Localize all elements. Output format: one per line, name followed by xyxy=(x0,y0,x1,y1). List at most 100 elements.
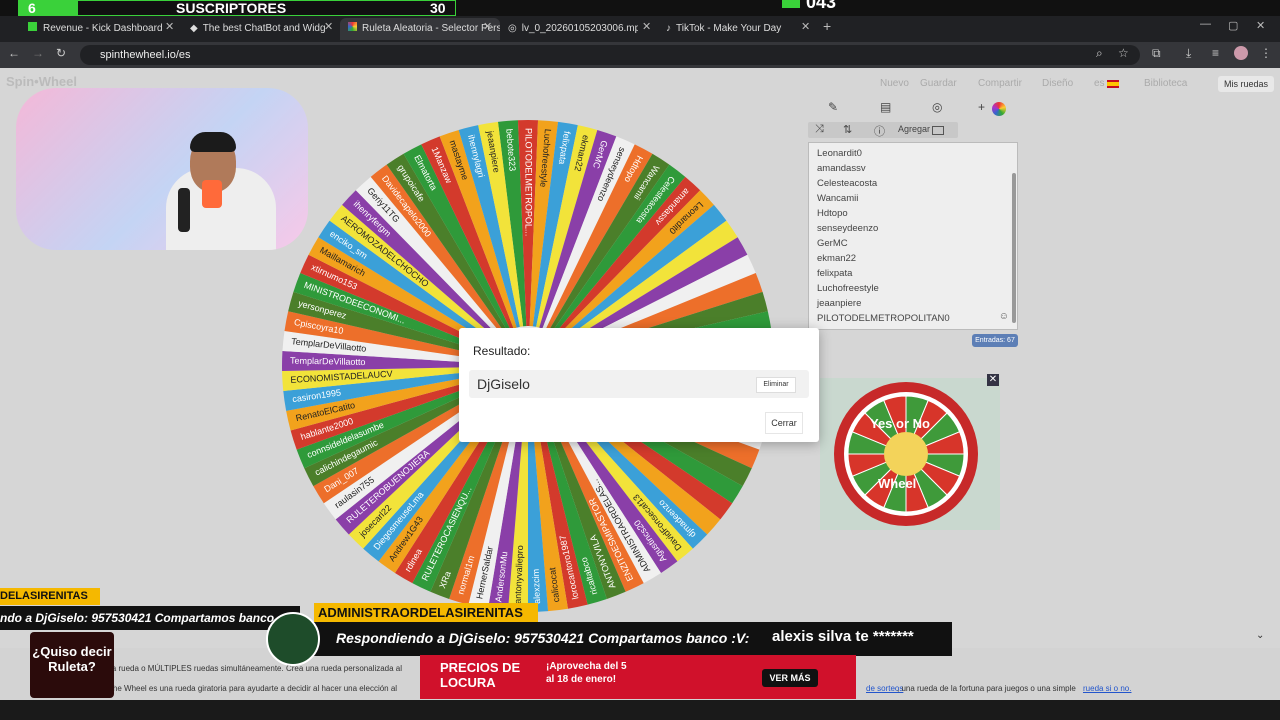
emoji-icon[interactable]: ☺ xyxy=(999,311,1009,322)
wheel-label: alexzcim xyxy=(531,569,542,604)
stream-tag-left: DELASIRENITAS xyxy=(0,588,100,605)
right-counter: 043 xyxy=(806,0,837,12)
ad-close-icon[interactable]: ✕ xyxy=(987,374,999,386)
my-wheels-button[interactable]: Mis ruedas xyxy=(1218,76,1274,92)
tab-title: lv_0_20260105203006.mp4 xyxy=(521,23,638,34)
tab-title: Ruleta Aleatoria - Selector Pers xyxy=(362,23,500,34)
entry-line: Hdtopo xyxy=(817,208,848,219)
entry-line: jeaanpiere xyxy=(817,298,862,309)
ad-subtitle: Wheel xyxy=(878,476,917,491)
sort-icon[interactable]: ⇅ xyxy=(843,123,852,136)
entry-line: Celesteacosta xyxy=(817,178,878,189)
tab-title: Revenue - Kick Dashboard xyxy=(43,23,163,34)
nav-save[interactable]: Guardar xyxy=(920,78,957,89)
drink-cup xyxy=(202,180,222,208)
close-icon[interactable]: ✕ xyxy=(801,20,810,33)
close-icon[interactable]: ✕ xyxy=(324,20,333,33)
stream-message-left: ndo a DjGiselo: 957530421 Compartamos ba… xyxy=(0,606,300,630)
wheel-label: PILOTODELMETROPOL... xyxy=(524,128,534,236)
wheel-favicon-icon xyxy=(348,22,357,31)
tab-title: TikTok - Make Your Day xyxy=(676,23,782,34)
nav-library[interactable]: Biblioteca xyxy=(1144,78,1187,89)
address-bar[interactable]: spinthewheel.io/es xyxy=(80,45,1140,65)
tab-4[interactable]: ◎ lv_0_20260105203006.mp4 xyxy=(508,18,638,40)
bottom-black-bar xyxy=(0,700,1280,720)
promo-text: ¡Aprovecha del 5 al 18 de enero! xyxy=(546,661,627,685)
nav-new[interactable]: Nuevo xyxy=(880,78,909,89)
color-wheel-icon[interactable] xyxy=(992,102,1006,116)
media-icon[interactable]: ≡ xyxy=(1212,46,1219,60)
entries-count-badge: Entradas: 67 xyxy=(972,334,1018,347)
entry-line: ekman22 xyxy=(817,253,857,264)
extensions-icon[interactable]: ⧉ xyxy=(1152,46,1161,61)
entry-line: senseydeenzo xyxy=(817,223,879,234)
entry-line: amandassv xyxy=(817,163,866,174)
ad-wheel-graphic xyxy=(834,382,978,526)
close-icon[interactable]: ✕ xyxy=(642,20,651,33)
yes-no-wheel-ad[interactable]: Yes or No Wheel xyxy=(820,378,1000,530)
tab-3-active[interactable]: Ruleta Aleatoria - Selector Pers xyxy=(340,18,500,40)
footer-text-2: n the Wheel es una rueda giratoria para … xyxy=(104,684,398,693)
corner-promo[interactable]: ¿Quiso decir Ruleta? xyxy=(30,632,114,698)
new-tab-icon[interactable]: + xyxy=(823,18,831,34)
close-dialog-button[interactable]: Cerrar xyxy=(765,412,803,434)
chat-name-tag: ADMINISTRAORDELASIRENITAS xyxy=(314,603,538,623)
tab-1[interactable]: Revenue - Kick Dashboard xyxy=(28,18,188,40)
tiktok-favicon-icon: ♪ xyxy=(666,23,671,34)
image-icon[interactable] xyxy=(932,126,944,135)
entry-line: Leonardit0 xyxy=(817,148,862,159)
url-text: spinthewheel.io/es xyxy=(100,49,191,61)
bookmark-star-icon[interactable]: ☆ xyxy=(1118,46,1129,60)
close-icon[interactable]: ✕ xyxy=(165,20,174,33)
spain-flag-icon xyxy=(1107,80,1119,88)
winner-name: DjGiselo xyxy=(477,376,530,392)
close-icon[interactable]: ✕ xyxy=(483,20,492,33)
zoom-icon[interactable]: ⌕ xyxy=(1096,46,1103,61)
promo-button[interactable]: VER MÁS xyxy=(762,669,818,687)
add-entry-button[interactable]: Agregar xyxy=(898,124,930,134)
entry-line: Luchofreestyle xyxy=(817,283,879,294)
info-icon[interactable]: ⓘ xyxy=(874,123,885,139)
globe-icon: ◎ xyxy=(508,23,517,34)
footer-link-yesno[interactable]: rueda si o no. xyxy=(1083,684,1131,693)
overlay-frame xyxy=(18,0,456,16)
tab-title: The best ChatBot and Widgets xyxy=(202,23,325,34)
kick-favicon-icon xyxy=(28,22,37,31)
site-logo[interactable]: Spin•Wheel xyxy=(6,74,77,89)
profile-avatar[interactable] xyxy=(1234,46,1248,60)
tab-5[interactable]: ♪ TikTok - Make Your Day xyxy=(666,18,796,40)
chat-avatar xyxy=(266,612,320,666)
add-plus-icon[interactable]: + xyxy=(978,100,985,114)
webcam-overlay xyxy=(16,88,308,250)
maximize-icon[interactable]: ▢ xyxy=(1228,19,1238,32)
back-icon[interactable]: ← xyxy=(8,46,20,60)
shuffle-icon[interactable]: ⤨ xyxy=(815,123,824,136)
entry-line: PILOTODELMETROPOLITAN0 xyxy=(817,313,950,324)
hide-icon[interactable]: ◎ xyxy=(932,100,942,114)
footer-text-1: la rueda o MÚLTIPLES ruedas simultáneame… xyxy=(110,664,403,673)
footer-text-3: , una rueda de la fortuna para juegos o … xyxy=(897,684,1076,693)
scroll-down-icon[interactable]: ⌄ xyxy=(1256,630,1264,641)
microphone xyxy=(178,188,190,232)
scrollbar[interactable] xyxy=(1012,173,1016,323)
tab-2[interactable]: ◆ The best ChatBot and Widgets xyxy=(190,18,325,40)
nav-share[interactable]: Compartir xyxy=(978,78,1022,89)
window-close-icon[interactable]: ✕ xyxy=(1256,19,1265,32)
clipboard-icon[interactable]: ▤ xyxy=(880,100,891,114)
pencil-icon[interactable]: ✎ xyxy=(828,100,838,114)
forward-icon[interactable]: → xyxy=(32,46,44,60)
entry-line: Wancamii xyxy=(817,193,859,204)
wheel-label: TemplarDeVillaotto xyxy=(290,356,366,368)
download-icon[interactable]: ⤓ xyxy=(1186,46,1191,61)
nav-language[interactable]: es xyxy=(1094,78,1105,89)
ad-title: Yes or No xyxy=(870,416,930,431)
chatbot-favicon-icon: ◆ xyxy=(190,23,198,34)
menu-icon[interactable]: ⋮ xyxy=(1260,46,1272,60)
kick-logo-icon xyxy=(782,0,800,8)
remove-winner-button[interactable]: Eliminar xyxy=(756,377,796,393)
reload-icon[interactable]: ↻ xyxy=(56,46,66,60)
nav-design[interactable]: Diseño xyxy=(1042,78,1073,89)
entry-line: felixpata xyxy=(817,268,853,279)
entries-textarea[interactable]: Leonardit0 amandassv Celesteacosta Wanca… xyxy=(808,142,1018,330)
minimize-icon[interactable]: — xyxy=(1200,18,1211,30)
